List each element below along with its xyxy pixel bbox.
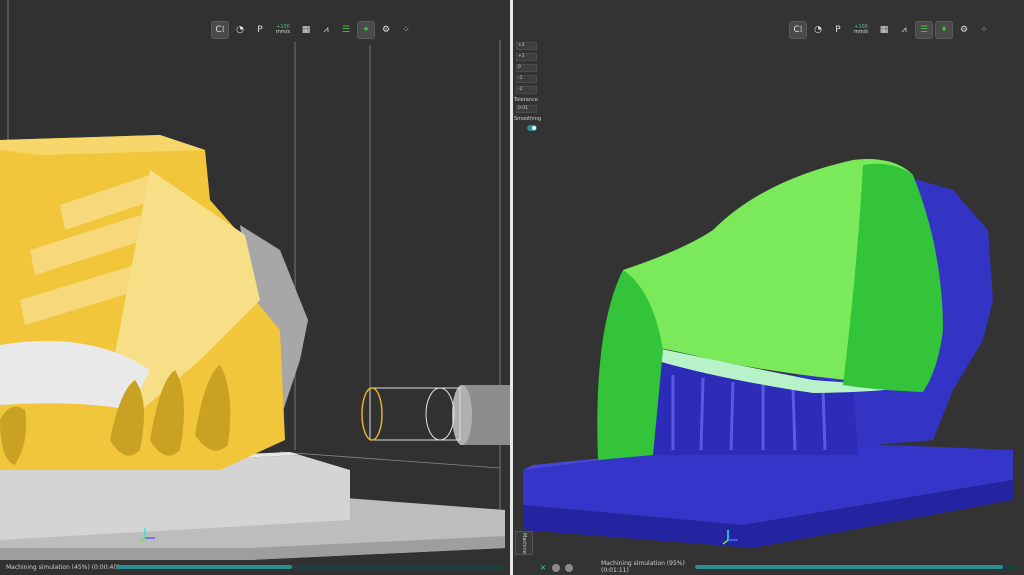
tool-wireframe-ring: [425, 387, 455, 441]
right-status-text: Machining simulation (95%) (0:01:11): [601, 560, 685, 574]
settings-gear-icon[interactable]: ⚙: [956, 22, 972, 38]
toolpath-icon[interactable]: ⩘: [896, 22, 912, 38]
feed-rate-icon[interactable]: +100 mm/s: [850, 22, 872, 38]
left-progress-bar: [116, 565, 506, 569]
settings-gear-icon[interactable]: ⚙: [378, 22, 394, 38]
deviation-plus2-field[interactable]: +2: [516, 42, 537, 50]
right-comparison-viewport[interactable]: +2 +1 0 -1 -2 Tolerance 0.01 Smoothing C…: [513, 0, 1024, 575]
deviation-zero-field[interactable]: 0: [516, 64, 537, 72]
smoothing-label: Smoothing: [514, 116, 542, 122]
machine-side-button[interactable]: Machine: [515, 531, 533, 555]
tolerance-field[interactable]: 0.01: [516, 105, 537, 113]
deviation-minus1-field[interactable]: -1: [516, 75, 537, 83]
camera-icon[interactable]: ◔: [232, 22, 248, 38]
left-progress-fill: [116, 565, 292, 569]
toolpath-icon[interactable]: ⩘: [318, 22, 334, 38]
parking-icon[interactable]: P: [252, 22, 268, 38]
left-3d-scene[interactable]: [0, 0, 510, 575]
sphere-view-icon[interactable]: [552, 564, 560, 572]
display-mode-icon[interactable]: C⁞: [789, 21, 807, 39]
comparison-params-panel: +2 +1 0 -1 -2 Tolerance 0.01 Smoothing: [513, 40, 541, 131]
feed-rate-unit: mm/s: [853, 29, 869, 35]
view-controls: ✕: [539, 564, 573, 572]
tool-wireframe: [369, 387, 461, 441]
sphere-shaded-icon[interactable]: [565, 564, 573, 572]
spindle-face: [452, 385, 472, 445]
tolerance-label: Tolerance: [514, 97, 538, 103]
feed-rate-unit: mm/s: [275, 29, 291, 35]
layers-icon[interactable]: ☰: [338, 22, 354, 38]
right-progress-bar: [695, 565, 1019, 569]
left-view-toolbar: C⁞ ◔ P +100 mm/s ▦ ⩘ ☰ ✦ ⚙ ⁘: [211, 21, 414, 39]
right-3d-scene[interactable]: [513, 0, 1024, 575]
comparison-icon[interactable]: ✦: [935, 21, 953, 39]
stock-icon[interactable]: ▦: [298, 22, 314, 38]
deviation-plus1-field[interactable]: +1: [516, 53, 537, 61]
close-icon[interactable]: ✕: [539, 564, 547, 572]
tool-visibility-icon[interactable]: ✦: [357, 21, 375, 39]
grid-icon[interactable]: ⁘: [976, 22, 992, 38]
display-mode-icon[interactable]: C⁞: [211, 21, 229, 39]
stock-icon[interactable]: ▦: [876, 22, 892, 38]
grid-icon[interactable]: ⁘: [398, 22, 414, 38]
tool-holder-ring: [361, 387, 383, 441]
smoothing-toggle[interactable]: [527, 125, 537, 131]
feed-rate-icon[interactable]: +100 mm/s: [272, 22, 294, 38]
camera-icon[interactable]: ◔: [810, 22, 826, 38]
layers-icon[interactable]: ☰: [915, 21, 933, 39]
right-view-toolbar: C⁞ ◔ P +100 mm/s ▦ ⩘ ☰ ✦ ⚙ ⁘: [789, 21, 992, 39]
parking-icon[interactable]: P: [830, 22, 846, 38]
deviation-minus2-field[interactable]: -2: [516, 86, 537, 94]
right-progress-fill: [695, 565, 1003, 569]
left-simulation-viewport[interactable]: C⁞ ◔ P +100 mm/s ▦ ⩘ ☰ ✦ ⚙ ⁘ Machining s…: [0, 0, 510, 575]
